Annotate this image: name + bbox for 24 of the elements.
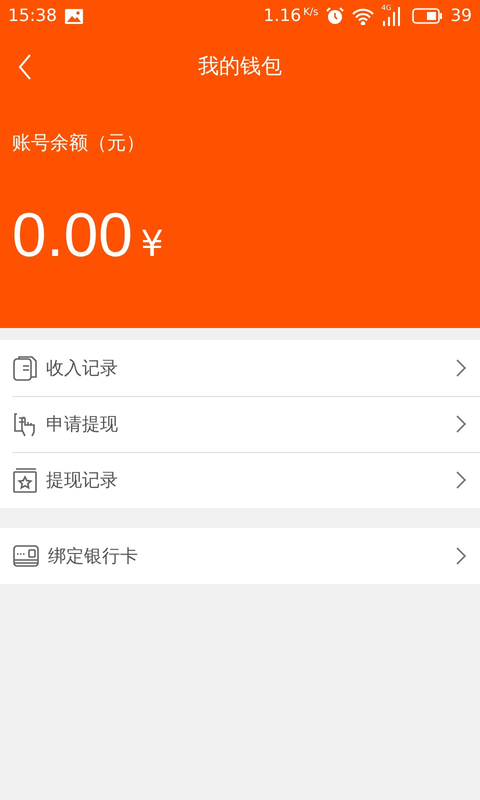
wifi-icon — [352, 8, 374, 24]
speed-unit: K/s — [303, 6, 318, 18]
star-card-icon — [12, 466, 38, 494]
currency-symbol: ¥ — [140, 224, 164, 265]
alarm-icon — [326, 7, 344, 25]
menu-item[interactable]: 绑定银行卡 — [48, 544, 448, 568]
chevron-right-icon — [456, 547, 466, 565]
page-title: 我的钱包 — [198, 53, 282, 80]
chevron-right-icon — [456, 471, 466, 489]
image-icon — [65, 8, 83, 24]
chevron-right-icon — [456, 415, 466, 433]
menu-item[interactable]: 提现记录 — [46, 468, 448, 492]
chevron-right-icon — [456, 359, 466, 377]
document-icon — [12, 354, 38, 382]
battery-level: 39 — [450, 6, 472, 26]
menu-item[interactable]: 收入记录 — [46, 356, 448, 380]
hand-tap-icon — [12, 410, 38, 438]
battery-icon — [412, 8, 442, 24]
status-time: 15:38 — [8, 6, 57, 26]
balance-amount: 0.00 — [12, 200, 133, 271]
network-speed: 1.16 — [263, 6, 302, 26]
bank-card-icon — [12, 544, 40, 568]
balance-label: 账号余额（元） — [12, 131, 146, 156]
menu-item[interactable]: 申请提现 — [46, 412, 448, 436]
